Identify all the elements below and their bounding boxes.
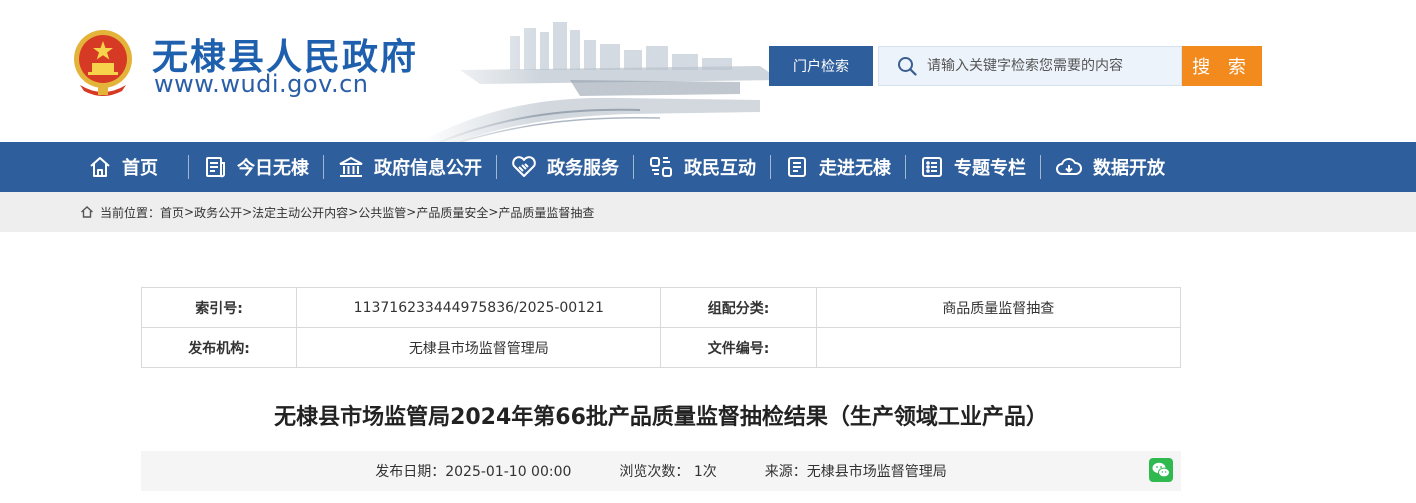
- breadcrumb-item-gov-affairs[interactable]: 政务公开: [194, 204, 242, 221]
- article-info-bar: 发布日期：2025-01-10 00:00 浏览次数： 1次 来源：无棣县市场监…: [141, 451, 1181, 491]
- publisher-value: 无棣县市场监督管理局: [296, 327, 662, 368]
- nav-item-services[interactable]: 政务服务: [511, 142, 619, 192]
- view-count: 浏览次数： 1次: [619, 464, 717, 480]
- nav-label: 政民互动: [684, 158, 756, 179]
- search-button[interactable]: 搜 索: [1182, 46, 1262, 86]
- breadcrumb-item-spot-check[interactable]: 产品质量监督抽查: [498, 204, 594, 221]
- publish-date: 发布日期：2025-01-10 00:00: [375, 464, 572, 480]
- nav-divider: [188, 155, 189, 179]
- nav-item-gov-info[interactable]: 政府信息公开: [338, 142, 482, 192]
- nav-divider: [323, 155, 324, 179]
- nav-label: 专题专栏: [954, 158, 1026, 179]
- nav-label: 数据开放: [1093, 158, 1165, 179]
- breadcrumb: 当前位置： 首页 > 政务公开 > 法定主动公开内容 > 公共监管 > 产品质量…: [0, 192, 1416, 232]
- breadcrumb-item-statutory[interactable]: 法定主动公开内容: [252, 204, 348, 221]
- nav-label: 首页: [122, 158, 158, 179]
- breadcrumb-item-public-supervision[interactable]: 公共监管: [358, 204, 406, 221]
- site-header: 无棣县人民政府 www.wudi.gov.cn 门户检索 搜 索: [0, 0, 1416, 142]
- wechat-share-icon[interactable]: [1149, 458, 1173, 482]
- document-list-icon: [788, 157, 806, 177]
- main-nav: 首页 今日无棣 政府信息公开 政务服务 政民互动 走进无棣 专题专栏 数据开放: [0, 142, 1416, 192]
- breadcrumb-separator: >: [242, 205, 253, 219]
- home-icon: [81, 206, 93, 218]
- nav-item-today[interactable]: 今日无棣: [203, 142, 309, 192]
- nav-item-about[interactable]: 走进无棣: [785, 142, 891, 192]
- breadcrumb-separator: >: [348, 205, 359, 219]
- doc-number-label: 文件编号:: [660, 327, 817, 368]
- nav-divider: [496, 155, 497, 179]
- nav-label: 今日无棣: [237, 158, 309, 179]
- table-row: 发布机构: 无棣县市场监督管理局 文件编号:: [140, 327, 1182, 368]
- breadcrumb-item-home[interactable]: 首页: [160, 204, 184, 221]
- nav-divider: [905, 155, 906, 179]
- nav-divider: [770, 155, 771, 179]
- doc-number-value: [815, 327, 1182, 368]
- article-source: 来源：无棣县市场监督管理局: [764, 464, 947, 480]
- index-value: 113716233444975836/2025-00121: [296, 287, 662, 328]
- breadcrumb-separator: >: [184, 205, 195, 219]
- newspaper-icon: [206, 157, 225, 178]
- document-meta-table: 索引号: 113716233444975836/2025-00121 组配分类:…: [140, 287, 1182, 368]
- nav-item-topics[interactable]: 专题专栏: [920, 142, 1026, 192]
- article-title: 无棣县市场监管局2024年第66批产品质量监督抽检结果（生产领域工业产品）: [274, 405, 1048, 430]
- index-label: 索引号:: [140, 287, 298, 328]
- table-row: 索引号: 113716233444975836/2025-00121 组配分类:…: [140, 287, 1182, 328]
- nav-label: 政府信息公开: [374, 158, 482, 179]
- nav-item-interaction[interactable]: 政民互动: [648, 142, 756, 192]
- portal-search-button[interactable]: 门户检索: [769, 46, 873, 86]
- list-icon: [922, 157, 942, 177]
- building-icon: [339, 156, 363, 177]
- breadcrumb-item-product-safety[interactable]: 产品质量安全: [416, 204, 488, 221]
- breadcrumb-prefix: 当前位置：: [100, 205, 161, 220]
- nav-item-open-data[interactable]: 数据开放: [1055, 142, 1165, 192]
- search-icon: [898, 57, 917, 76]
- nav-label: 走进无棣: [819, 158, 891, 179]
- nav-divider: [1040, 155, 1041, 179]
- interaction-icon: [650, 157, 672, 177]
- nav-item-home[interactable]: 首页: [88, 142, 158, 192]
- category-label: 组配分类:: [660, 287, 817, 328]
- breadcrumb-separator: >: [488, 205, 499, 219]
- nav-divider: [633, 155, 634, 179]
- national-emblem-icon: [74, 30, 132, 96]
- category-value: 商品质量监督抽查: [815, 287, 1182, 328]
- search-box[interactable]: [878, 46, 1182, 86]
- search-input[interactable]: [927, 58, 1167, 74]
- breadcrumb-separator: >: [406, 205, 417, 219]
- cloud-download-icon: [1056, 158, 1082, 175]
- handshake-icon: [512, 156, 536, 177]
- publisher-label: 发布机构:: [140, 327, 298, 368]
- home-icon: [90, 157, 110, 177]
- search-area: 门户检索 搜 索: [769, 46, 1262, 86]
- site-url: www.wudi.gov.cn: [154, 70, 369, 98]
- nav-label: 政务服务: [547, 158, 619, 179]
